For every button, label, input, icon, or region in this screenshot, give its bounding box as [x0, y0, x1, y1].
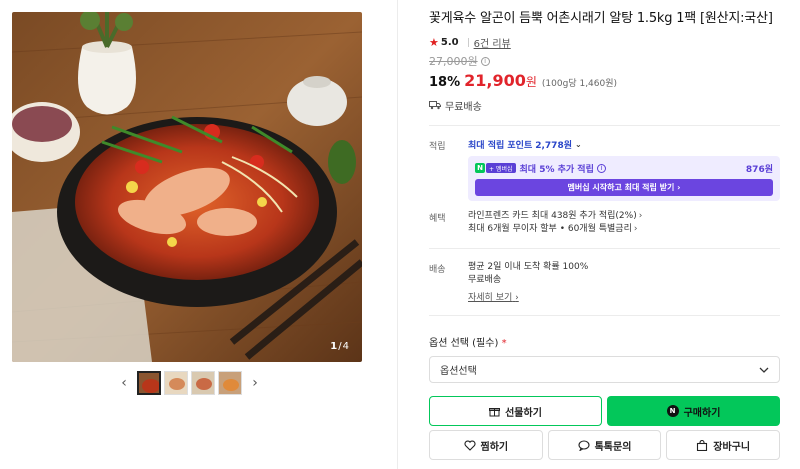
gift-icon	[489, 407, 501, 416]
chat-icon	[578, 439, 590, 451]
chevron-right-icon[interactable]: ›	[247, 371, 263, 395]
membership-line: N + 멤버십 최대 5% 추가 적립 i 876원	[475, 162, 773, 175]
thumbnail-strip: ‹ ›	[116, 370, 263, 396]
benefits-label: 혜택	[429, 214, 446, 224]
heart-icon	[463, 440, 476, 451]
product-title: 꽃게육수 알곤이 듬뿍 어촌시래기 알탕 1.5kg 1팩 [원산지:국산]	[429, 11, 773, 26]
truck-icon	[429, 101, 441, 110]
product-main-image[interactable]: 1/4	[12, 12, 362, 362]
membership-badge: + 멤버십	[486, 163, 516, 173]
product-info-panel: 꽃게육수 알곤이 듬뿍 어촌시래기 알탕 1.5kg 1팩 [원산지:국산] ★…	[429, 9, 781, 460]
option-select[interactable]: 옵션선택	[429, 356, 780, 383]
naver-pay-icon: N	[666, 405, 679, 417]
naver-badge: N	[475, 163, 485, 173]
installment-benefit-link[interactable]: 최대 6개월 무이자 할부 • 60개월 특별금리 ›	[468, 223, 780, 236]
chevron-down-icon	[759, 367, 769, 373]
chevron-right-icon: ›	[515, 293, 519, 303]
delivery-details-link[interactable]: 자세히 보기 ›	[468, 292, 780, 305]
price-unit: 원	[525, 75, 537, 89]
max-points-amount: 2,778원	[535, 140, 572, 151]
thumbnail[interactable]	[137, 371, 161, 395]
rating-separator	[467, 37, 469, 47]
membership-amount: 876원	[745, 164, 773, 175]
delivery-free: 무료배송	[468, 275, 502, 285]
thumbnail[interactable]	[191, 371, 215, 395]
info-icon[interactable]: i	[596, 163, 606, 173]
gift-button[interactable]: 선물하기	[429, 396, 602, 426]
rating-row: ★ 5.0 6건 리뷰	[429, 35, 780, 50]
original-price: 27,000원	[429, 55, 478, 68]
divider	[429, 315, 780, 316]
max-points-toggle[interactable]: 최대 적립 포인트 2,778원 ⌄	[468, 138, 780, 151]
thumbnail[interactable]	[218, 371, 242, 395]
image-counter: 1/4	[330, 341, 350, 352]
unit-price: (100g당 1,460원)	[541, 79, 618, 89]
talk-inquiry-button[interactable]: 톡톡문의	[547, 430, 662, 460]
sale-price: 21,900	[464, 71, 526, 90]
wishlist-button[interactable]: 찜하기	[429, 430, 543, 460]
divider	[429, 248, 780, 249]
shipping-row: 무료배송	[429, 98, 780, 113]
bag-icon	[697, 439, 708, 451]
thumbnail[interactable]	[164, 371, 188, 395]
required-mark: *	[501, 338, 507, 349]
info-icon[interactable]: i	[480, 56, 490, 66]
shipping-label: 무료배송	[445, 101, 482, 113]
chevron-right-icon: ›	[638, 211, 643, 221]
review-count-link[interactable]: 6건 리뷰	[474, 35, 511, 50]
chevron-left-icon[interactable]: ‹	[116, 371, 132, 395]
chevron-right-icon: ›	[633, 224, 638, 234]
product-photo-illustration	[12, 12, 362, 362]
delivery-row: 배송 평균 2일 이내 도착 확률 100% 무료배송 자세히 보기 ›	[429, 261, 780, 305]
column-divider	[397, 0, 398, 469]
buy-button[interactable]: N 구매하기	[607, 396, 780, 426]
divider	[429, 125, 780, 126]
chevron-down-icon: ⌄	[574, 139, 582, 149]
option-label: 옵션 선택 (필수) *	[429, 338, 507, 349]
cart-button[interactable]: 장바구니	[666, 430, 781, 460]
delivery-label: 배송	[429, 265, 446, 275]
points-row: 적립 최대 적립 포인트 2,778원 ⌄ N + 멤버십 최대 5% 추가 적…	[429, 138, 780, 201]
price-row: 18% 21,900 원 (100g당 1,460원)	[429, 71, 780, 91]
star-icon: ★	[429, 35, 439, 49]
primary-actions: 선물하기 N 구매하기	[429, 396, 780, 426]
card-benefit-link[interactable]: 라인프렌즈 카드 최대 438원 추가 적립(2%) ›	[468, 210, 780, 223]
membership-box: N + 멤버십 최대 5% 추가 적립 i 876원 멤버십 시작하고 최대 적…	[468, 156, 780, 201]
max-points-text: 최대 적립 포인트	[468, 140, 533, 151]
delivery-probability: 평균 2일 이내 도착 확률 100%	[468, 262, 589, 272]
discount-rate: 18%	[429, 75, 461, 90]
membership-start-button[interactable]: 멤버십 시작하고 최대 적립 받기 ›	[475, 179, 773, 196]
benefits-row: 혜택 라인프렌즈 카드 최대 438원 추가 적립(2%) › 최대 6개월 무이…	[429, 210, 780, 236]
original-price-row: 27,000원 i	[429, 54, 780, 68]
points-label: 적립	[429, 142, 446, 152]
rating-score: 5.0	[440, 36, 459, 48]
option-select-value: 옵션선택	[440, 366, 477, 377]
secondary-actions: 찜하기 톡톡문의 장바구니	[429, 430, 781, 460]
membership-extra-text: 최대 5% 추가 적립	[519, 164, 594, 175]
